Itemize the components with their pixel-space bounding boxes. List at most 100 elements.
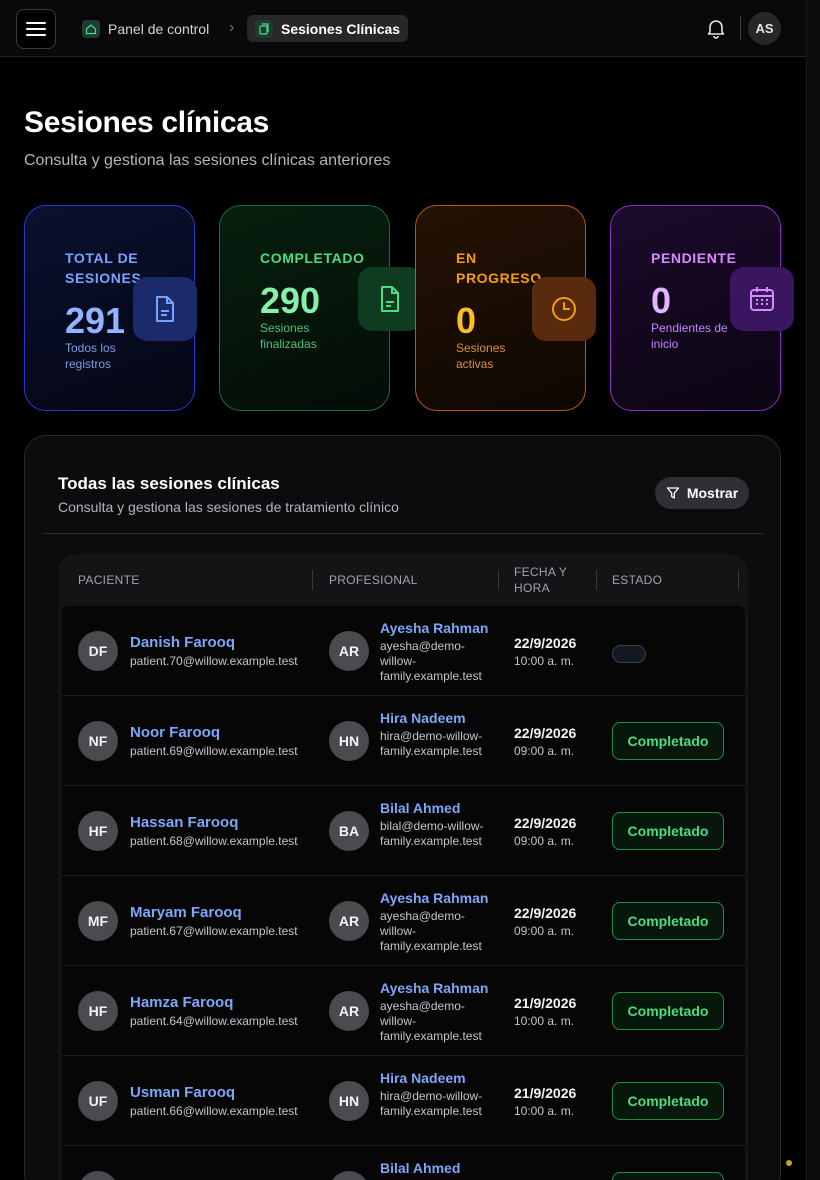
user-avatar[interactable]: AS bbox=[748, 12, 781, 45]
session-date: 22/9/2026 bbox=[514, 635, 577, 651]
professional-email: hira@demo-willow-family.example.test bbox=[380, 729, 483, 758]
status-badge: Completado bbox=[612, 902, 724, 940]
stat-value: 0 bbox=[651, 280, 672, 321]
stat-label: COMPLETADO bbox=[260, 250, 365, 266]
patient-avatar: UF bbox=[78, 1081, 118, 1121]
patient-name[interactable]: Hamza Farooq bbox=[130, 994, 233, 1011]
breadcrumb-dashboard[interactable]: Panel de control bbox=[74, 15, 217, 42]
session-time: 10:00 a. m. bbox=[514, 1014, 575, 1028]
status-badge: Completado bbox=[612, 722, 724, 760]
menu-button[interactable] bbox=[16, 9, 56, 49]
status-badge bbox=[612, 1172, 724, 1180]
stat-label: EN PROGRESO bbox=[456, 250, 542, 286]
stat-desc: Pendientes de inicio bbox=[651, 321, 728, 351]
patient-name[interactable]: Maryam Farooq bbox=[130, 904, 242, 921]
column-divider bbox=[738, 570, 739, 590]
session-date: 21/9/2026 bbox=[514, 1085, 577, 1101]
table-body: DF Danish Farooq patient.70@willow.examp… bbox=[62, 606, 745, 1180]
clock-icon bbox=[532, 277, 596, 341]
card-title: Todas las sesiones clínicas bbox=[58, 474, 280, 493]
professional-name[interactable]: Hira Nadeem bbox=[380, 710, 466, 726]
professional-name[interactable]: Ayesha Rahman bbox=[380, 980, 488, 996]
patient-name[interactable]: Hassan Farooq bbox=[130, 814, 238, 831]
professional-avatar: AR bbox=[329, 631, 369, 671]
table-row[interactable]: NF Noor Farooq patient.69@willow.example… bbox=[62, 696, 745, 786]
document-check-icon bbox=[358, 267, 422, 331]
stat-value: 290 bbox=[260, 280, 321, 321]
breadcrumb-chevron-icon: › bbox=[229, 19, 235, 36]
session-time: 09:00 a. m. bbox=[514, 924, 575, 938]
sessions-icon bbox=[255, 19, 273, 38]
status-badge: Completado bbox=[612, 992, 724, 1030]
patient-avatar: HF bbox=[78, 811, 118, 851]
patient-avatar: NF bbox=[78, 721, 118, 761]
card-subtitle: Consulta y gestiona las sesiones de trat… bbox=[58, 499, 399, 515]
patient-email: patient.69@willow.example.test bbox=[130, 744, 298, 758]
status-badge: Completado bbox=[612, 1082, 724, 1120]
session-date: 22/9/2026 bbox=[514, 815, 577, 831]
table-row[interactable]: DF Danish Farooq patient.70@willow.examp… bbox=[62, 606, 745, 696]
column-header-professional[interactable]: PROFESIONAL bbox=[329, 554, 418, 606]
stat-label: PENDIENTE bbox=[651, 250, 737, 266]
bell-icon[interactable] bbox=[705, 17, 727, 39]
professional-name[interactable]: Bilal Ahmed bbox=[380, 1160, 460, 1176]
stat-value: 291 bbox=[65, 300, 126, 341]
professional-avatar bbox=[329, 1171, 369, 1180]
scrollbar[interactable] bbox=[806, 0, 820, 1180]
professional-email: hira@demo-willow-family.example.test bbox=[380, 1089, 483, 1118]
professional-avatar: BA bbox=[329, 811, 369, 851]
stat-value: 0 bbox=[456, 300, 477, 341]
stat-in-progress: EN PROGRESO 0 Sesiones activas bbox=[415, 205, 596, 411]
professional-name[interactable]: Ayesha Rahman bbox=[380, 890, 488, 906]
patient-email: patient.67@willow.example.test bbox=[130, 924, 298, 938]
patient-email: patient.68@willow.example.test bbox=[130, 834, 298, 848]
patient-avatar: MF bbox=[78, 901, 118, 941]
card-divider bbox=[42, 533, 764, 534]
column-header-status[interactable]: ESTADO bbox=[612, 554, 662, 606]
patient-avatar: HF bbox=[78, 991, 118, 1031]
header-divider bbox=[740, 16, 741, 40]
stat-completed: COMPLETADO 290 Sesiones finalizadas bbox=[219, 205, 422, 411]
table-row[interactable]: MF Maryam Farooq patient.67@willow.examp… bbox=[62, 876, 745, 966]
page-subtitle: Consulta y gestiona las sesiones clínica… bbox=[24, 152, 391, 169]
session-date: 22/9/2026 bbox=[514, 725, 577, 741]
patient-name[interactable]: Danish Farooq bbox=[130, 634, 235, 651]
professional-name[interactable]: Hira Nadeem bbox=[380, 1070, 466, 1086]
session-time: 10:00 a. m. bbox=[514, 654, 575, 668]
table-row[interactable]: HF Hassan Farooq patient.68@willow.examp… bbox=[62, 786, 745, 876]
sessions-table: PACIENTE PROFESIONAL FECHA Y HORA ESTADO… bbox=[58, 554, 748, 1180]
status-badge: Completado bbox=[612, 812, 724, 850]
patient-name[interactable]: Usman Farooq bbox=[130, 1084, 235, 1101]
stat-desc: Sesiones finalizadas bbox=[260, 321, 317, 351]
breadcrumb-current[interactable]: Sesiones Clínicas bbox=[247, 15, 409, 42]
professional-avatar: HN bbox=[329, 721, 369, 761]
sessions-card: Todas las sesiones clínicas Consulta y g… bbox=[24, 435, 781, 1180]
patient-avatar bbox=[78, 1171, 118, 1180]
document-icon bbox=[133, 277, 197, 341]
professional-name[interactable]: Ayesha Rahman bbox=[380, 620, 488, 636]
professional-name[interactable]: Bilal Ahmed bbox=[380, 800, 460, 816]
patient-name[interactable]: Noor Farooq bbox=[130, 724, 220, 741]
professional-avatar: AR bbox=[329, 991, 369, 1031]
hamburger-icon bbox=[26, 22, 46, 36]
filter-icon bbox=[666, 487, 679, 499]
column-header-datetime[interactable]: FECHA Y HORA bbox=[514, 554, 586, 606]
scroll-indicator bbox=[786, 1160, 792, 1166]
column-header-patient[interactable]: PACIENTE bbox=[78, 554, 140, 606]
session-date: 22/9/2026 bbox=[514, 905, 577, 921]
session-date: 21/9/2026 bbox=[514, 995, 577, 1011]
session-time: 10:00 a. m. bbox=[514, 1104, 575, 1118]
column-divider bbox=[596, 570, 597, 590]
professional-email: bilal@demo-willow-family.example.test bbox=[380, 819, 484, 848]
table-row[interactable]: UF Usman Farooq patient.66@willow.exampl… bbox=[62, 1056, 745, 1146]
table-row[interactable]: Bilal Ahmed bbox=[62, 1146, 745, 1180]
professional-avatar: HN bbox=[329, 1081, 369, 1121]
breadcrumb-current-label: Sesiones Clínicas bbox=[281, 20, 401, 37]
column-divider bbox=[498, 570, 499, 590]
patient-avatar: DF bbox=[78, 631, 118, 671]
calendar-icon bbox=[730, 267, 794, 331]
table-row[interactable]: HF Hamza Farooq patient.64@willow.exampl… bbox=[62, 966, 745, 1056]
patient-email: patient.70@willow.example.test bbox=[130, 654, 298, 668]
filter-show-label: Mostrar bbox=[686, 485, 739, 501]
filter-show-button[interactable]: Mostrar bbox=[655, 477, 749, 509]
